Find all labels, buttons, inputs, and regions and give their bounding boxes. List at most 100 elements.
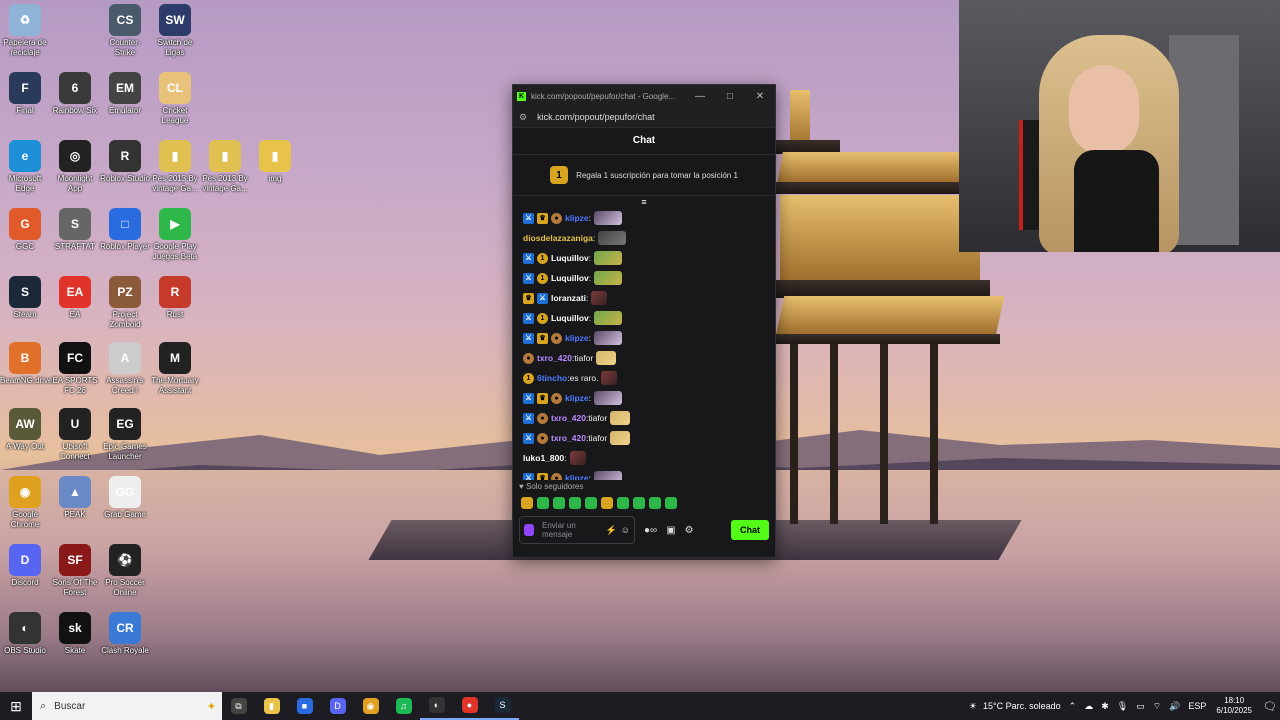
desktop-icon[interactable]: ◉ Google Chrome <box>0 476 50 530</box>
desktop-icon[interactable]: 6 Rainbow Six <box>50 72 100 116</box>
emote-icon[interactable] <box>601 497 613 509</box>
identity-icon[interactable] <box>524 524 534 536</box>
chat-username[interactable]: klipze <box>565 473 589 480</box>
desktop-icon[interactable]: CR Clash Royale <box>100 612 150 656</box>
desktop-icon[interactable]: ▮ Pes 2013 By vintage Ga... <box>200 140 250 194</box>
emote-icon[interactable] <box>553 497 565 509</box>
taskbar-search[interactable]: ⌕ Buscar ✦ <box>32 692 222 720</box>
settings-icon[interactable]: ⚙ <box>685 525 694 536</box>
emoji-icon[interactable]: ☺ <box>621 525 630 535</box>
chat-popout-window[interactable]: K kick.com/popout/pepufor/chat - Google.… <box>512 84 776 558</box>
desktop-icon[interactable]: sk Skate <box>50 612 100 656</box>
desktop-icon[interactable]: CL Cricket League <box>150 72 200 126</box>
chat-message[interactable]: 1 6tincho: es raro. <box>523 368 765 388</box>
desktop-icon[interactable]: FC EA SPORTS FC 26 <box>50 342 100 396</box>
desktop-icon[interactable]: ▲ PEAK <box>50 476 100 520</box>
emote-icon[interactable] <box>633 497 645 509</box>
chat-username[interactable]: txro_420 <box>537 353 572 363</box>
chat-username[interactable]: Luquillov <box>551 313 589 323</box>
desktop-icon[interactable]: U Ubisoft Connect <box>50 408 100 462</box>
chat-message[interactable]: diosdelazazaniga: <box>523 228 765 248</box>
chat-username[interactable]: diosdelazazaniga <box>523 233 593 243</box>
chat-message[interactable]: ⚔ ♛ ● klipze: <box>523 388 765 408</box>
clock[interactable]: 18:10 6/10/2025 <box>1216 696 1252 716</box>
tray-app-icon[interactable]: ✱ <box>1101 701 1109 712</box>
desktop-icon[interactable]: ⚽ Pro Soccer Online <box>100 544 150 598</box>
desktop-icon[interactable]: M The Mortuary Assistant <box>150 342 200 396</box>
desktop-icon[interactable]: ♻ Papelera de reciclaje <box>0 4 50 58</box>
desktop-icon[interactable]: ◐ OBS Studio <box>0 612 50 656</box>
volume-icon[interactable]: 🔊 <box>1169 701 1180 712</box>
chat-message[interactable]: ⚔ 1 Luquillov: <box>523 268 765 288</box>
weather-text[interactable]: 15°C Parc. soleado <box>983 701 1061 711</box>
tray-chevron-icon[interactable]: ⌃ <box>1069 701 1077 712</box>
taskbar-microsoft-store[interactable]: ■ <box>288 692 321 720</box>
emote-icon[interactable] <box>649 497 661 509</box>
chat-username[interactable]: klipze <box>565 333 589 343</box>
gift-icon[interactable]: ▣ <box>666 525 675 536</box>
emote-icon[interactable] <box>569 497 581 509</box>
chat-message[interactable]: ⚔ ♛ ● klipze: <box>523 208 765 228</box>
desktop-icon[interactable]: CS Counter-Strike <box>100 4 150 58</box>
chat-username[interactable]: klipze <box>565 393 589 403</box>
display-icon[interactable]: ▭ <box>1136 701 1145 712</box>
emote-icon[interactable] <box>585 497 597 509</box>
send-chat-button[interactable]: Chat <box>731 520 769 540</box>
desktop-icon[interactable]: G GGC <box>0 208 50 252</box>
gift-sub-banner[interactable]: 1 Regala 1 suscripción para tomar la pos… <box>513 155 775 196</box>
desktop-icon[interactable]: ▮ Pes 2013 By vintage Ga... <box>150 140 200 194</box>
desktop-icon[interactable]: F Final <box>0 72 50 116</box>
emote-quickbar[interactable] <box>513 494 775 512</box>
mic-icon[interactable]: 🎙 <box>1117 701 1128 712</box>
emote-icon[interactable] <box>537 497 549 509</box>
points-icon[interactable]: ●∞ <box>644 525 657 536</box>
chat-message[interactable]: ⚔ 1 Luquillov: <box>523 248 765 268</box>
desktop-icon[interactable]: R Roblox Studio <box>100 140 150 184</box>
maximize-icon[interactable]: □ <box>715 91 745 102</box>
desktop-icon[interactable]: EG Epic Games Launcher <box>100 408 150 462</box>
chat-username[interactable]: Luquillov <box>551 253 589 263</box>
close-icon[interactable]: ✕ <box>745 91 775 102</box>
site-settings-icon[interactable]: ⚙ <box>519 112 527 123</box>
desktop-icon[interactable]: SF Sons Of The Forest <box>50 544 100 598</box>
address-bar[interactable]: ⚙ kick.com/popout/pepufor/chat <box>513 107 775 128</box>
desktop-icon[interactable]: GG Grab Game <box>100 476 150 520</box>
desktop-icon[interactable]: AW A Way Out <box>0 408 50 452</box>
chat-message[interactable]: ⚔ 1 Luquillov: <box>523 308 765 328</box>
taskbar-task-view[interactable]: ⧉ <box>222 692 255 720</box>
chat-message[interactable]: ⚔ ● txro_420: tiafor <box>523 408 765 428</box>
emote-icon[interactable] <box>521 497 533 509</box>
chat-message[interactable]: ⚔ ♛ ● klipze: <box>523 468 765 480</box>
taskbar-chrome[interactable]: ◉ <box>354 692 387 720</box>
chat-message[interactable]: ⚔ ● txro_420: tiafor <box>523 428 765 448</box>
desktop-icon[interactable]: EM Emulator <box>100 72 150 116</box>
taskbar-obs[interactable]: ◐ <box>420 692 453 720</box>
chat-message[interactable]: luko1_800: <box>523 448 765 468</box>
commands-icon[interactable]: ⚡ <box>606 525 617 536</box>
desktop-icon[interactable]: ▶ Google Play Juegos Beta <box>150 208 200 262</box>
chat-username[interactable]: klipze <box>565 213 589 223</box>
desktop-icon[interactable]: SW Switch de Ligas <box>150 4 200 58</box>
emote-icon[interactable] <box>665 497 677 509</box>
taskbar-game-app[interactable]: ● <box>453 692 486 720</box>
minimize-icon[interactable]: — <box>685 91 715 102</box>
language-indicator[interactable]: ESP <box>1188 701 1206 711</box>
desktop-icon[interactable]: e Microsoft Edge <box>0 140 50 194</box>
desktop-icon[interactable]: EA EA <box>50 276 100 320</box>
desktop-icon[interactable]: D Discord <box>0 544 50 588</box>
taskbar-spotify[interactable]: ♫ <box>387 692 420 720</box>
chat-username[interactable]: txro_420 <box>551 413 586 423</box>
chat-username[interactable]: luko1_800 <box>523 453 564 463</box>
desktop-icon[interactable]: A Assassin's Creed I <box>100 342 150 396</box>
desktop-icon[interactable]: S Steam <box>0 276 50 320</box>
weather-icon[interactable]: ☀ <box>969 701 977 712</box>
desktop-icon[interactable]: ▮ img <box>250 140 300 184</box>
desktop-icon[interactable]: B BeamNG.drive <box>0 342 52 386</box>
chat-message[interactable]: ● txro_420: tiafor <box>523 348 765 368</box>
desktop-icon[interactable]: PZ Project Zomboid <box>100 276 150 330</box>
desktop-icon[interactable]: □ Roblox Player <box>100 208 150 252</box>
chat-username[interactable]: Luquillov <box>551 273 589 283</box>
chat-username[interactable]: txro_420 <box>551 433 586 443</box>
wifi-icon[interactable]: ⌔ <box>1153 701 1161 712</box>
taskbar-discord-app[interactable]: D <box>321 692 354 720</box>
